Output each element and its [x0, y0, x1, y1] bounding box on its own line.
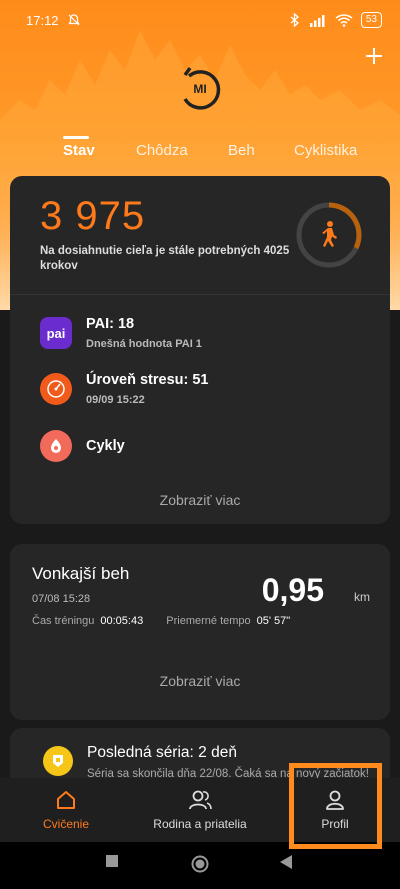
home-button-icon[interactable]: [190, 854, 210, 874]
training-time-value: 00:05:43: [100, 615, 144, 627]
activity-tabs: Stav Chôdza Beh Cyklistika: [0, 136, 400, 176]
streak-title: Posledná séria: 2 deň: [87, 744, 237, 761]
active-tab-indicator: [63, 136, 89, 139]
bluetooth-icon: [290, 13, 299, 27]
run-date: 07/08 15:28: [32, 593, 91, 605]
nav-workout-label: Cvičenie: [42, 817, 90, 831]
outdoor-run-card[interactable]: Vonkajší beh 07/08 15:28 0,95 km Čas tré…: [10, 544, 390, 720]
steps-goal-description: Na dosiahnutie cieľa je stále potrebných…: [40, 245, 290, 272]
home-icon: [57, 791, 75, 809]
mi-logo-icon: MI: [183, 66, 221, 110]
streak-badge-icon: [43, 746, 73, 776]
steps-value: 3 975: [40, 194, 146, 238]
stress-title: Úroveň stresu: 51: [86, 372, 209, 388]
pai-row[interactable]: pai PAI: 18 Dnešná hodnota PAI 1: [40, 316, 202, 350]
status-bar: 17:12 53: [0, 0, 400, 40]
daily-status-card: 3 975 Na dosiahnutie cieľa je stále potr…: [10, 176, 390, 524]
cycles-row[interactable]: Cykly: [40, 430, 125, 462]
show-more-button[interactable]: Zobraziť viac: [10, 492, 390, 508]
tab-beh[interactable]: Beh: [228, 142, 255, 159]
nav-workout[interactable]: Cvičenie: [30, 778, 102, 842]
pai-subtitle: Dnešná hodnota PAI 1: [86, 338, 202, 350]
pai-title: PAI: 18: [86, 316, 135, 332]
wifi-icon: [335, 13, 353, 27]
recents-icon[interactable]: [105, 854, 119, 868]
tab-stav[interactable]: Stav: [63, 142, 95, 159]
pai-icon: pai: [40, 317, 72, 349]
cycle-icon: [40, 430, 72, 462]
battery-indicator: 53: [360, 12, 382, 28]
system-navigation-bar: [0, 842, 400, 889]
card-divider: [10, 294, 390, 295]
add-icon[interactable]: [360, 42, 388, 70]
stress-row[interactable]: Úroveň stresu: 51 09/09 15:22: [40, 372, 209, 406]
pace-value: 05' 57": [256, 615, 291, 627]
svg-text:MI: MI: [193, 82, 206, 96]
show-more-button-run[interactable]: Zobraziť viac: [10, 673, 390, 689]
run-title: Vonkajší beh: [32, 564, 130, 583]
bell-muted-icon: [67, 14, 80, 26]
back-icon[interactable]: [279, 854, 293, 870]
pace-label: Priemerné tempo: [166, 615, 251, 627]
stress-subtitle: 09/09 15:22: [86, 394, 145, 406]
training-time-label: Čas tréningu: [32, 615, 95, 627]
tab-chodza[interactable]: Chôdza: [136, 142, 188, 159]
profile-highlight-box: [289, 763, 382, 849]
run-distance: 0,95: [261, 572, 324, 608]
stress-gauge-icon: [40, 373, 72, 405]
nav-family-friends[interactable]: Rodina a priatelia: [145, 778, 255, 842]
friends-icon: [189, 790, 212, 810]
run-stats: Čas tréningu 00:05:43 Priemerné tempo 05' …: [32, 615, 290, 627]
cycles-title: Cykly: [86, 438, 125, 454]
nav-family-friends-label: Rodina a priatelia: [153, 817, 247, 831]
run-distance-unit: km: [354, 590, 370, 604]
status-time: 17:12: [26, 12, 59, 28]
steps-progress-ring: [296, 202, 362, 268]
walking-person-icon: [322, 221, 337, 247]
signal-icon: [309, 14, 325, 27]
tab-cyklistika[interactable]: Cyklistika: [294, 142, 357, 159]
